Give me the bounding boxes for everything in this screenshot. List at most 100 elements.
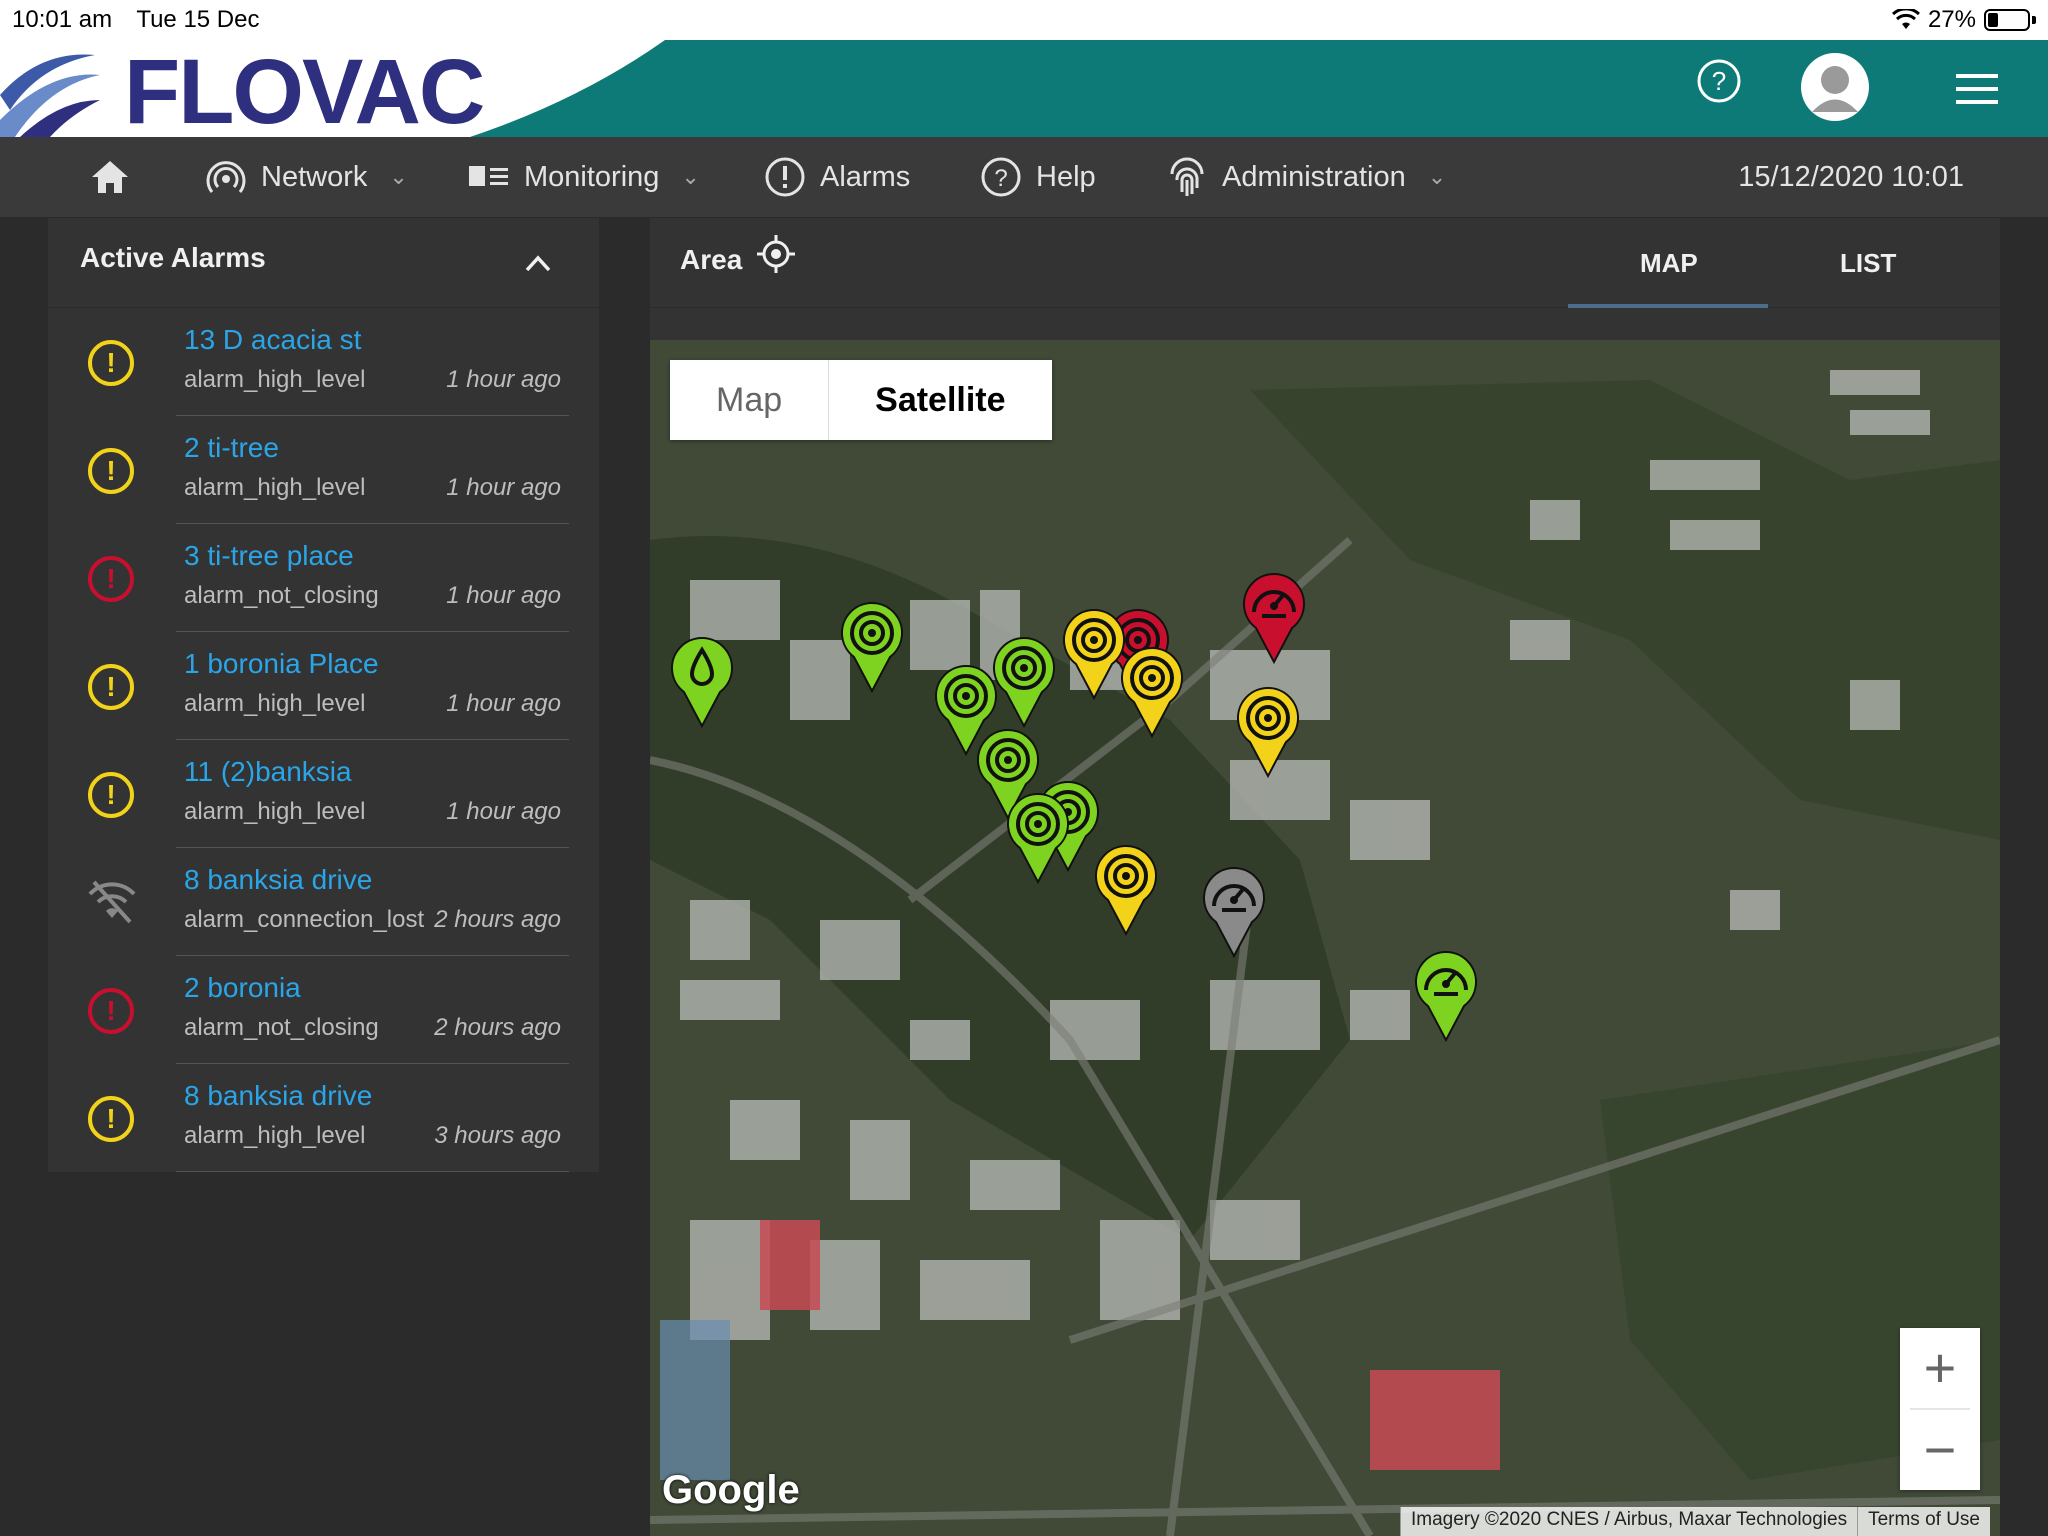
chevron-up-icon[interactable] xyxy=(525,254,551,272)
battery-icon xyxy=(1984,9,2030,31)
alarm-item[interactable]: ! 13 D acacia st alarm_high_level 1 hour … xyxy=(48,308,599,416)
wifi-off-icon xyxy=(88,880,136,924)
map-marker[interactable] xyxy=(1228,680,1308,780)
alarm-time: 1 hour ago xyxy=(446,366,561,393)
menu-icon[interactable] xyxy=(1956,74,1998,104)
alarm-item[interactable]: 8 banksia drive alarm_connection_lost 2 … xyxy=(48,848,599,956)
nav-administration-label: Administration xyxy=(1222,160,1406,193)
active-alarms-title: Active Alarms xyxy=(80,242,266,273)
map-type-map-button[interactable]: Map xyxy=(670,360,830,440)
terms-of-use-link[interactable]: Terms of Use xyxy=(1857,1507,1990,1536)
alarm-time: 1 hour ago xyxy=(446,690,561,717)
current-datetime: 15/12/2020 10:01 xyxy=(1738,161,1964,193)
satellite-map[interactable]: Map Satellite + − Google Imagery ©2020 C… xyxy=(650,340,2000,1536)
alarm-item[interactable]: ! 2 ti-tree alarm_high_level 1 hour ago xyxy=(48,416,599,524)
alarm-time: 1 hour ago xyxy=(446,474,561,501)
active-tab-indicator xyxy=(1568,304,1768,308)
map-marker[interactable] xyxy=(1234,566,1314,666)
nav-monitoring[interactable]: Monitoring ⌄ xyxy=(468,137,700,217)
active-alarms-panel: Active Alarms ! 13 D acacia st alarm_high… xyxy=(48,218,599,1172)
chevron-down-icon: ⌄ xyxy=(389,164,408,189)
alarm-site-link[interactable]: 3 ti-tree place xyxy=(184,540,354,572)
alarm-list: ! 13 D acacia st alarm_high_level 1 hour … xyxy=(48,308,599,1172)
map-marker[interactable] xyxy=(662,630,742,730)
alarm-severity-icon: ! xyxy=(88,340,134,386)
alarm-type: alarm_not_closing xyxy=(184,1014,379,1041)
alarm-item[interactable]: ! 1 boronia Place alarm_high_level 1 hour… xyxy=(48,632,599,740)
svg-text:?: ? xyxy=(1712,66,1726,96)
zoom-out-button[interactable]: − xyxy=(1900,1410,1980,1490)
status-bar: 10:01 am Tue 15 Dec 27% xyxy=(0,0,2048,40)
alarm-type: alarm_high_level xyxy=(184,366,366,393)
logo-text: FLOVAC xyxy=(124,41,485,143)
alarm-item[interactable]: ! 11 (2)banksia alarm_high_level 1 hour a… xyxy=(48,740,599,848)
satellite-imagery xyxy=(650,340,2000,1536)
alarm-icon xyxy=(765,157,805,197)
nav-help[interactable]: ? Help xyxy=(980,137,1096,217)
tab-list[interactable]: LIST xyxy=(1840,248,1896,279)
app-header: FLOVAC ? xyxy=(0,40,2048,143)
alarm-site-link[interactable]: 13 D acacia st xyxy=(184,324,361,356)
active-alarms-header[interactable]: Active Alarms xyxy=(48,218,599,308)
chevron-down-icon: ⌄ xyxy=(1427,164,1447,189)
map-marker[interactable] xyxy=(1112,640,1192,740)
map-marker[interactable] xyxy=(1194,860,1274,960)
alarm-severity-icon: ! xyxy=(88,1096,134,1142)
alarm-severity-icon: ! xyxy=(88,988,134,1034)
locate-icon[interactable] xyxy=(756,234,796,274)
nav-alarms-label: Alarms xyxy=(820,160,911,193)
alarm-site-link[interactable]: 2 boronia xyxy=(184,972,301,1004)
map-marker[interactable] xyxy=(984,630,1064,730)
chevron-down-icon: ⌄ xyxy=(681,164,700,189)
home-icon[interactable] xyxy=(90,159,130,195)
alarm-site-link[interactable]: 11 (2)banksia xyxy=(184,756,352,788)
help-icon[interactable]: ? xyxy=(1696,58,1742,104)
nav-alarms[interactable]: Alarms xyxy=(764,137,910,217)
map-marker[interactable] xyxy=(998,786,1078,886)
zoom-in-button[interactable]: + xyxy=(1900,1328,1980,1408)
alarm-item[interactable]: ! 2 boronia alarm_not_closing 2 hours ago xyxy=(48,956,599,1064)
alarm-time: 1 hour ago xyxy=(446,582,561,609)
alarm-type: alarm_high_level xyxy=(184,690,366,717)
network-icon xyxy=(206,161,246,193)
alarm-item[interactable]: ! 3 ti-tree place alarm_not_closing 1 hou… xyxy=(48,524,599,632)
alarm-type: alarm_high_level xyxy=(184,474,366,501)
alarm-severity-icon: ! xyxy=(88,664,134,710)
nav-network[interactable]: Network ⌄ xyxy=(205,137,408,217)
zoom-controls: + − xyxy=(1900,1328,1980,1490)
alarm-type: alarm_not_closing xyxy=(184,582,379,609)
nav-network-label: Network xyxy=(261,160,368,193)
map-marker[interactable] xyxy=(832,595,912,695)
nav-administration[interactable]: Administration ⌄ xyxy=(1166,137,1446,217)
alarm-site-link[interactable]: 8 banksia drive xyxy=(184,1080,372,1112)
area-label: Area xyxy=(680,244,743,275)
map-panel: Area MAP LIST Map Satellite + − Google I… xyxy=(650,218,2000,1536)
monitoring-icon xyxy=(469,166,508,186)
avatar[interactable] xyxy=(1800,52,1870,122)
tab-map[interactable]: MAP xyxy=(1640,248,1698,279)
imagery-credit: Imagery ©2020 CNES / Airbus, Maxar Techn… xyxy=(1399,1507,1858,1536)
alarm-time: 1 hour ago xyxy=(446,798,561,825)
map-attribution: Imagery ©2020 CNES / Airbus, Maxar Techn… xyxy=(1399,1507,1990,1536)
alarm-severity-icon: ! xyxy=(88,556,134,602)
map-marker[interactable] xyxy=(1406,944,1486,1044)
alarm-type: alarm_connection_lost xyxy=(184,906,425,933)
alarm-site-link[interactable]: 2 ti-tree xyxy=(184,432,279,464)
status-time: 10:01 am xyxy=(12,6,113,33)
alarm-site-link[interactable]: 8 banksia drive xyxy=(184,864,372,896)
map-marker[interactable] xyxy=(1086,838,1166,938)
nav-help-label: Help xyxy=(1036,160,1096,193)
status-date: Tue 15 Dec xyxy=(136,6,260,33)
fingerprint-icon xyxy=(1170,157,1204,196)
help-icon: ? xyxy=(981,157,1021,197)
alarm-severity-icon: ! xyxy=(88,448,134,494)
logo[interactable]: FLOVAC xyxy=(0,40,680,143)
map-type-toggle: Map Satellite xyxy=(670,360,1052,440)
map-type-satellite-button[interactable]: Satellite xyxy=(829,360,1051,440)
alarm-site-link[interactable]: 1 boronia Place xyxy=(184,648,379,680)
svg-text:?: ? xyxy=(994,165,1007,192)
wifi-icon xyxy=(1891,9,1920,29)
nav-monitoring-label: Monitoring xyxy=(524,160,660,193)
alarm-item[interactable]: ! 8 banksia drive alarm_high_level 3 hour… xyxy=(48,1064,599,1172)
alarm-time: 2 hours ago xyxy=(434,1014,561,1041)
